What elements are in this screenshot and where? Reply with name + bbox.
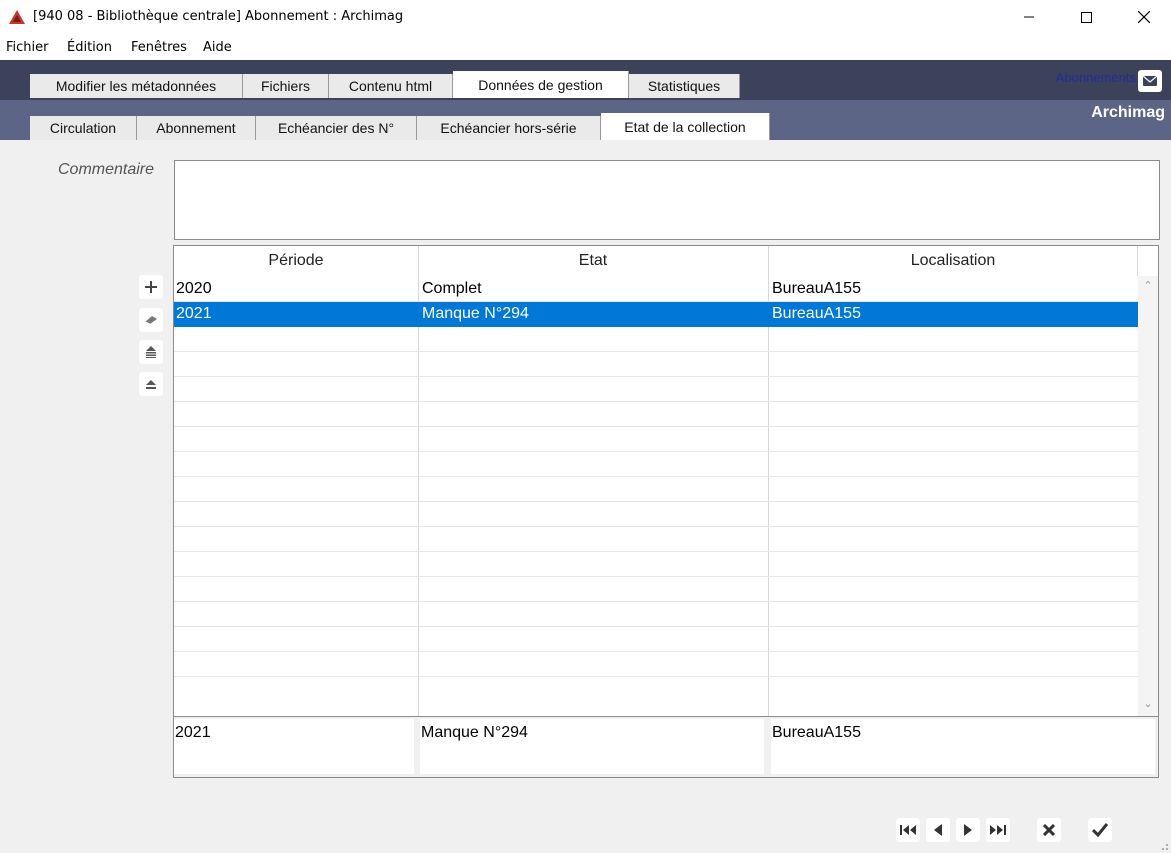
- table-row-empty[interactable]: [174, 577, 1138, 602]
- subtab-abonnement[interactable]: Abonnement: [137, 116, 256, 140]
- table-row-empty[interactable]: [174, 602, 1138, 627]
- minimize-icon: [1024, 16, 1034, 18]
- table-row-empty[interactable]: [174, 627, 1138, 652]
- detail-localisation-field[interactable]: BureauA155: [771, 719, 1155, 774]
- minimize-button[interactable]: [1006, 0, 1052, 34]
- move-up-icon: [146, 346, 156, 358]
- table-row-empty[interactable]: [174, 677, 1138, 702]
- validate-button[interactable]: [1088, 818, 1112, 842]
- menu-aide[interactable]: Aide: [203, 40, 232, 55]
- cell-etat: Complet: [422, 280, 482, 297]
- app-logo-icon: [9, 10, 25, 24]
- tab-fichiers[interactable]: Fichiers: [243, 74, 329, 98]
- cell-periode: 2020: [176, 280, 212, 297]
- column-header-periode[interactable]: Période: [174, 246, 418, 276]
- collection-table: Période Etat Localisation 2020 Complet B…: [173, 245, 1159, 778]
- cell-periode: 2021: [176, 305, 212, 322]
- context-label: Archimag: [1091, 104, 1165, 121]
- detail-etat-field[interactable]: Manque N°294: [420, 719, 764, 774]
- scroll-down-icon[interactable]: ⌄: [1142, 698, 1154, 710]
- tab-donnees-gestion[interactable]: Données de gestion: [453, 71, 629, 98]
- table-row-empty[interactable]: [174, 477, 1138, 502]
- menu-fenetres[interactable]: Fenêtres: [131, 40, 187, 55]
- maximize-button[interactable]: [1063, 0, 1109, 34]
- mail-icon: [1143, 76, 1157, 86]
- add-icon: [145, 281, 157, 293]
- table-row[interactable]: 2020 Complet BureauA155: [174, 277, 1138, 302]
- mail-button[interactable]: [1138, 70, 1162, 92]
- table-row-empty[interactable]: [174, 552, 1138, 577]
- menu-edition[interactable]: Édition: [67, 40, 112, 55]
- move-up-button[interactable]: [139, 340, 163, 364]
- last-record-button[interactable]: [986, 818, 1010, 842]
- column-divider: [1137, 246, 1138, 276]
- next-record-icon: [964, 824, 972, 836]
- first-record-button[interactable]: [896, 818, 920, 842]
- column-header-etat[interactable]: Etat: [418, 246, 768, 276]
- table-row-empty[interactable]: [174, 327, 1138, 352]
- title-bar: [940 08 - Bibliothèque centrale] Abonnem…: [0, 0, 1171, 36]
- subtab-echeancier-numeros[interactable]: Echéancier des N°: [256, 116, 417, 140]
- row-detail-panel: 2021 Manque N°294 BureauA155: [174, 716, 1158, 777]
- cancel-button[interactable]: [1037, 818, 1061, 842]
- subtab-echeancier-hors-serie[interactable]: Echéancier hors-série: [417, 116, 601, 140]
- table-row-selected[interactable]: 2021 Manque N°294 BureauA155: [174, 302, 1138, 327]
- close-icon: [1138, 11, 1150, 23]
- cell-localisation: BureauA155: [772, 305, 861, 322]
- tab-metadonnees[interactable]: Modifier les métadonnées: [30, 74, 243, 98]
- validate-icon: [1092, 823, 1108, 837]
- add-row-button[interactable]: [139, 275, 163, 299]
- table-row-empty[interactable]: [174, 452, 1138, 477]
- maximize-icon: [1080, 11, 1092, 23]
- table-row-empty[interactable]: [174, 377, 1138, 402]
- abonnements-link[interactable]: Abonnements: [1056, 70, 1136, 85]
- tab-statistiques[interactable]: Statistiques: [629, 74, 740, 98]
- eraser-icon: [144, 316, 157, 325]
- erase-row-button[interactable]: [139, 308, 163, 332]
- table-row-empty[interactable]: [174, 427, 1138, 452]
- scroll-up-icon[interactable]: ⌃: [1142, 280, 1154, 292]
- table-row-empty[interactable]: [174, 652, 1138, 677]
- cancel-icon: [1043, 824, 1055, 836]
- tab-contenu-html[interactable]: Contenu html: [329, 74, 453, 98]
- column-header-localisation[interactable]: Localisation: [768, 246, 1138, 276]
- cell-etat: Manque N°294: [422, 305, 529, 322]
- last-record-icon: [990, 825, 1006, 835]
- window-title: [940 08 - Bibliothèque centrale] Abonnem…: [33, 9, 404, 24]
- menu-bar: Fichier Édition Fenêtres Aide: [0, 36, 1171, 60]
- comment-label: Commentaire: [58, 161, 155, 178]
- table-row-empty[interactable]: [174, 352, 1138, 377]
- cell-localisation: BureauA155: [772, 280, 861, 297]
- next-record-button[interactable]: [956, 818, 980, 842]
- move-top-button[interactable]: [139, 372, 163, 396]
- table-row-empty[interactable]: [174, 527, 1138, 552]
- close-window-button[interactable]: [1121, 0, 1167, 34]
- detail-periode-field[interactable]: 2021: [174, 719, 414, 774]
- previous-record-button[interactable]: [926, 818, 950, 842]
- resize-grip-icon[interactable]: [1159, 841, 1169, 851]
- move-top-icon: [146, 380, 156, 389]
- previous-record-icon: [934, 824, 942, 836]
- menu-fichier[interactable]: Fichier: [6, 40, 49, 55]
- table-scrollbar[interactable]: ⌃ ⌄: [1138, 276, 1158, 716]
- comment-field[interactable]: [174, 160, 1160, 240]
- first-record-icon: [900, 825, 916, 835]
- table-row-empty[interactable]: [174, 502, 1138, 527]
- subtab-circulation[interactable]: Circulation: [30, 116, 137, 140]
- subtab-etat-collection[interactable]: Etat de la collection: [601, 113, 770, 140]
- table-row-empty[interactable]: [174, 402, 1138, 427]
